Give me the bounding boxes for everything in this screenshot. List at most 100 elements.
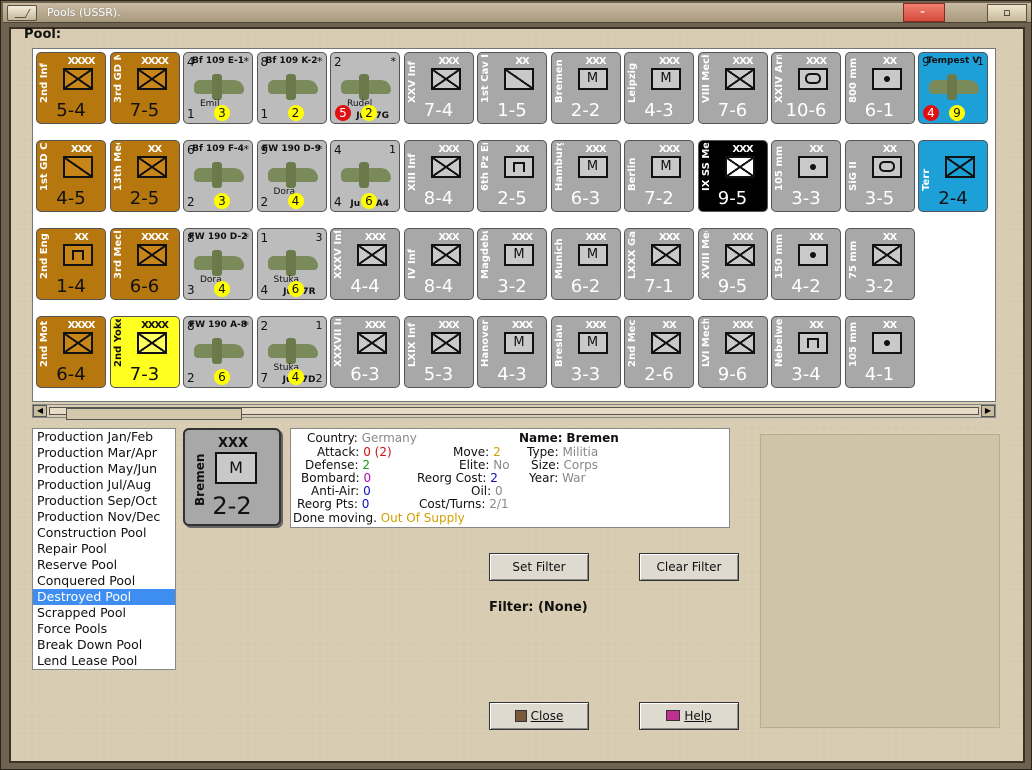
scroll-left-arrow-icon[interactable]: ◀ xyxy=(33,405,47,417)
ground-unit-counter[interactable]: XX 150 mm 4-2 xyxy=(771,228,841,300)
symbol-letter: M xyxy=(586,159,599,174)
title-bar[interactable]: Pools (USSR). ▫ xyxy=(3,3,1031,23)
help-button[interactable]: Help xyxy=(639,702,739,730)
pool-list-item[interactable]: Destroyed Pool xyxy=(33,589,175,605)
bombard-value: 0 xyxy=(363,471,372,485)
unit-stats: 7-4 xyxy=(423,100,454,121)
set-filter-button[interactable]: Set Filter xyxy=(489,553,589,581)
pool-list-item[interactable]: Production Sep/Oct xyxy=(33,493,175,509)
close-button[interactable]: Close xyxy=(489,702,589,730)
ground-unit-counter[interactable]: XX 1st Cav Div 1-5 xyxy=(477,52,547,124)
ground-unit-counter[interactable]: XXX XXIV Arm 10-6 xyxy=(771,52,841,124)
pool-list-item[interactable]: Repair Pool xyxy=(33,541,175,557)
ground-unit-counter[interactable]: XXX IX SS Mech 9-5 xyxy=(697,140,768,212)
unit-stats: 6-2 xyxy=(570,276,601,297)
ground-unit-counter[interactable]: XX 800 mm G. 6-1 xyxy=(844,52,915,124)
pool-list-item[interactable]: Production Nov/Dec xyxy=(33,509,175,525)
ground-unit-counter[interactable]: XX Nebelwerf. 3-4 xyxy=(771,316,841,388)
ground-unit-counter[interactable]: XXXX 2nd Yoke 7-3 xyxy=(109,316,180,388)
cavalry-symbol-icon xyxy=(504,68,534,90)
unit-stats: 7-1 xyxy=(644,276,674,297)
pool-list-item[interactable]: Production May/Jun xyxy=(33,461,175,477)
ground-unit-counter[interactable]: XXX XXXVII Inf 6-3 xyxy=(330,316,400,388)
ground-unit-counter[interactable]: XX 13th Mech. 2-5 xyxy=(109,140,180,212)
air-unit-counter[interactable]: Bf 109 K-2 8 * 1 2 xyxy=(256,52,327,124)
ground-unit-counter[interactable]: Terr 2-4 xyxy=(918,140,988,212)
air-rating-badge: 6 xyxy=(214,369,230,385)
ground-unit-counter[interactable]: XXX XIII Inf 8-4 xyxy=(403,140,474,212)
air-top-right-value: * xyxy=(317,55,323,68)
ground-unit-counter[interactable]: XXX LXIX Inf 5-3 xyxy=(403,316,474,388)
infantry-symbol-icon xyxy=(430,156,461,178)
pool-list-item[interactable]: Force Pools xyxy=(33,621,175,637)
scroll-right-arrow-icon[interactable]: ▶ xyxy=(981,405,995,417)
air-unit-counter[interactable]: 414Ju 88A46 xyxy=(330,140,400,212)
unit-size-marker: XXXX xyxy=(67,320,96,331)
air-unit-counter[interactable]: Tempest V9194 xyxy=(918,52,988,124)
ground-unit-counter[interactable]: XX SiG II 3-5 xyxy=(844,140,915,212)
pool-list-item[interactable]: Reserve Pool xyxy=(33,557,175,573)
ground-unit-counter[interactable]: XXX Breslau M 3-3 xyxy=(550,316,621,388)
air-unit-counter[interactable]: FW 190 A-8 8 * 2 6 xyxy=(183,316,253,388)
ground-unit-counter[interactable]: XXX IV Inf 8-4 xyxy=(403,228,474,300)
air-unit-counter[interactable]: 134StukaJu 87R6 xyxy=(256,228,327,300)
ground-unit-counter[interactable]: XXX XXXV Inf 4-4 xyxy=(330,228,400,300)
ground-unit-counter[interactable]: XXX XVIII Mech 9-5 xyxy=(697,228,768,300)
scroll-thumb[interactable] xyxy=(66,408,242,420)
air-unit-counter[interactable]: Bf 109 E-1 4 * 1 Emil 3 xyxy=(183,52,253,124)
ground-unit-counter[interactable]: XXX Magdeburg M 3-2 xyxy=(477,228,547,300)
scroll-track[interactable] xyxy=(49,407,979,420)
ground-unit-counter[interactable]: XXX Bremen M 2-2 xyxy=(550,52,621,124)
unit-name: 1st Cav Div xyxy=(480,55,491,103)
ground-unit-counter[interactable]: XX 2nd Eng 1-4 xyxy=(36,228,106,300)
unit-stats: 2-4 xyxy=(938,188,968,209)
unit-size-marker: XXX xyxy=(70,144,92,155)
grid-horizontal-scrollbar[interactable]: ◀ ▶ xyxy=(32,404,996,420)
ground-unit-counter[interactable]: XX 6th Pz Eng 2-5 xyxy=(477,140,547,212)
air-unit-counter[interactable]: FW 190 D-2 8 * 3 Dora 4 xyxy=(183,228,253,300)
air-unit-counter[interactable]: Bf 109 F-4 6 * 2 3 xyxy=(183,140,253,212)
ground-unit-counter[interactable]: XXXX 2nd Mot 6-4 xyxy=(36,316,106,388)
pool-type-list[interactable]: Production Jan/Feb Production Mar/Apr Prod… xyxy=(32,428,176,670)
ground-unit-counter[interactable]: XXX 1st GD Cav 4-5 xyxy=(36,140,106,212)
ground-unit-counter[interactable]: XXX Leipzig M 4-3 xyxy=(624,52,694,124)
ground-unit-counter[interactable]: XXXX 3rd GD Mot 7-5 xyxy=(109,52,180,124)
ground-unit-counter[interactable]: XXX XXV Inf 7-4 xyxy=(403,52,474,124)
pool-list-item[interactable]: Production Jan/Feb xyxy=(33,429,175,445)
ground-unit-counter[interactable]: XXX Munich M 6-2 xyxy=(550,228,621,300)
unit-name: Hanover xyxy=(480,319,491,367)
unit-stats: 6-1 xyxy=(864,100,895,121)
ground-unit-counter[interactable]: XXXX 2nd Inf 5-4 xyxy=(36,52,106,124)
minimize-button[interactable] xyxy=(903,3,945,22)
cavalry-symbol-icon xyxy=(63,156,93,178)
air-unit-counter[interactable]: 2*RudelJu 87G25 xyxy=(330,52,400,124)
pool-list-item[interactable]: Construction Pool xyxy=(33,525,175,541)
unit-size-marker: XX xyxy=(74,232,88,243)
unit-info-panel: Country: Germany Attack: 0 (2) Defense: … xyxy=(290,428,730,528)
ground-unit-counter[interactable]: XXX LXXX Garr 7-1 xyxy=(624,228,694,300)
ground-unit-counter[interactable]: XXX LVI Mech 9-6 xyxy=(697,316,768,388)
ground-unit-counter[interactable]: XX 105 mm 4-1 xyxy=(844,316,915,388)
pool-list-item[interactable]: Production Jul/Aug xyxy=(33,477,175,493)
ground-unit-counter[interactable]: XX 2nd Mech . 2-6 xyxy=(624,316,694,388)
air-unit-counter[interactable]: FW 190 D-9 9 * 2 Dora 4 xyxy=(256,140,327,212)
ground-unit-counter[interactable]: XXXX 3rd Mech 6-6 xyxy=(109,228,180,300)
symbol-letter: M xyxy=(586,71,599,86)
ground-unit-counter[interactable]: XXX Berlin M 7-2 xyxy=(624,140,694,212)
ground-unit-counter[interactable]: XX 105 mm 3-3 xyxy=(771,140,841,212)
ground-unit-counter[interactable]: XXX VIII Mech 7-6 xyxy=(697,52,768,124)
system-menu-icon[interactable] xyxy=(7,5,37,21)
pool-list-item[interactable]: Conquered Pool xyxy=(33,573,175,589)
air-top-left-value: 4 xyxy=(187,55,195,69)
ground-unit-counter[interactable]: XXX Hanover M 4-3 xyxy=(477,316,547,388)
maximize-button[interactable]: ▫ xyxy=(987,4,1027,22)
unit-stats: 4-4 xyxy=(350,276,380,297)
ground-unit-counter[interactable]: XX 75 mm 3-2 xyxy=(844,228,915,300)
pool-list-item[interactable]: Break Down Pool xyxy=(33,637,175,653)
pool-list-item[interactable]: Lend Lease Pool xyxy=(33,653,175,669)
ground-unit-counter[interactable]: XXX Hamburg M 6-3 xyxy=(550,140,621,212)
air-unit-counter[interactable]: 2 1 7 2 Stuka Ju 87D 4 xyxy=(256,316,327,388)
clear-filter-button[interactable]: Clear Filter xyxy=(639,553,739,581)
pool-list-item[interactable]: Production Mar/Apr xyxy=(33,445,175,461)
pool-list-item[interactable]: Scrapped Pool xyxy=(33,605,175,621)
